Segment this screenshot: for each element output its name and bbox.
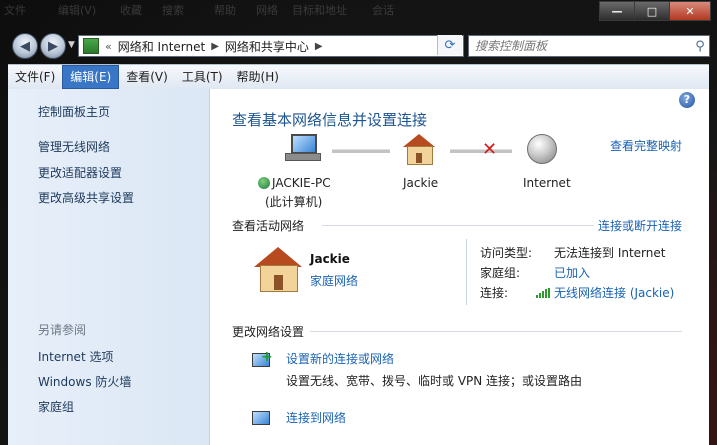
search-icon[interactable]: ⚲ bbox=[691, 39, 709, 54]
setup-new-connection-link[interactable]: 设置新的连接或网络 bbox=[286, 350, 394, 367]
menu-edit[interactable]: 编辑(E) bbox=[62, 65, 120, 89]
ghost-menu-item: 搜索 bbox=[162, 4, 184, 17]
setup-new-connection-desc: 设置无线、宽带、拨号、临时或 VPN 连接；或设置路由 bbox=[286, 374, 583, 388]
connect-network-icon bbox=[252, 409, 274, 427]
sidebar-item-adapter-settings[interactable]: 更改适配器设置 bbox=[38, 164, 122, 181]
access-type-label: 访问类型: bbox=[480, 246, 533, 260]
lock-logo-icon bbox=[592, 388, 634, 430]
search-box[interactable]: ⚲ bbox=[468, 35, 710, 57]
window-controls: — □ ✕ bbox=[599, 1, 711, 21]
door-shape bbox=[274, 275, 283, 290]
ghost-menu-item: 网络 bbox=[256, 4, 278, 17]
ghost-menu-item: 会话 bbox=[372, 4, 394, 17]
active-networks-heading: 查看活动网络 bbox=[232, 219, 305, 233]
see-also-heading: 另请参阅 bbox=[38, 323, 87, 337]
wifi-signal-icon bbox=[536, 288, 550, 298]
broken-connection-line bbox=[450, 149, 512, 153]
connection-line bbox=[332, 149, 390, 153]
chevron-right-icon[interactable]: ▶ bbox=[315, 41, 323, 52]
breadcrumb-overflow[interactable]: « bbox=[105, 40, 112, 53]
home-network-large-icon bbox=[254, 247, 302, 292]
door-shape bbox=[416, 153, 422, 163]
monitor-shape bbox=[252, 411, 270, 425]
forward-button[interactable]: ▶ bbox=[40, 33, 66, 59]
minimize-button[interactable]: — bbox=[599, 1, 635, 21]
watermark-text: 路由器 bbox=[636, 390, 699, 414]
divider bbox=[310, 331, 682, 332]
refresh-button[interactable]: ⟳ bbox=[437, 35, 462, 55]
computer-name: JACKIE-PC bbox=[272, 176, 331, 190]
sidebar-item-advanced-sharing[interactable]: 更改高级共享设置 bbox=[38, 189, 134, 206]
connect-disconnect-link[interactable]: 连接或断开连接 bbox=[598, 217, 682, 234]
change-settings-heading: 更改网络设置 bbox=[232, 325, 305, 339]
address-bar[interactable]: « 网络和 Internet ▶ 网络和共享中心 ▶ ▼ bbox=[78, 35, 464, 57]
close-button[interactable]: ✕ bbox=[670, 1, 711, 21]
see-also-firewall[interactable]: Windows 防火墙 bbox=[38, 373, 131, 390]
see-also-internet-options[interactable]: Internet 选项 bbox=[38, 348, 113, 365]
history-dropdown-icon[interactable]: ▼ bbox=[68, 40, 75, 50]
menu-bar: 文件(F) 编辑(E) 查看(V) 工具(T) 帮助(H) bbox=[8, 64, 709, 90]
help-icon[interactable]: ? bbox=[679, 92, 695, 108]
breadcrumb-item[interactable]: 网络和共享中心 bbox=[225, 38, 309, 55]
ghost-menu-item: 文件 bbox=[4, 4, 26, 17]
access-type-value: 无法连接到 Internet bbox=[554, 246, 666, 260]
ghost-menu-item: 目标和地址 bbox=[292, 4, 347, 17]
new-connection-icon: + bbox=[252, 349, 274, 369]
home-network-icon[interactable] bbox=[403, 134, 435, 165]
ghost-menu-item: 收藏 bbox=[120, 4, 142, 17]
control-panel-icon bbox=[83, 38, 99, 54]
vertical-divider bbox=[466, 239, 467, 305]
menu-file[interactable]: 文件(F) bbox=[8, 66, 62, 88]
active-network-name: Jackie bbox=[310, 252, 350, 266]
connection-label: 连接: bbox=[480, 286, 509, 300]
page-title: 查看基本网络信息并设置连接 bbox=[232, 111, 428, 129]
refresh-icon: ⟳ bbox=[444, 37, 456, 53]
internet-globe-icon[interactable] bbox=[527, 134, 557, 164]
chevron-right-icon[interactable]: ▶ bbox=[211, 41, 219, 52]
view-full-map-link[interactable]: 查看完整映射 bbox=[610, 137, 682, 154]
see-also-homegroup[interactable]: 家庭组 bbox=[38, 398, 74, 415]
search-input[interactable] bbox=[469, 38, 691, 54]
menu-help[interactable]: 帮助(H) bbox=[230, 66, 286, 88]
divider bbox=[322, 225, 594, 226]
forward-arrow-icon: ▶ bbox=[48, 38, 58, 54]
connect-to-network-link[interactable]: 连接到网络 bbox=[286, 409, 346, 426]
network-name: Jackie bbox=[403, 176, 439, 190]
sidebar: 控制面板主页 管理无线网络 更改适配器设置 更改高级共享设置 另请参阅 Inte… bbox=[8, 89, 210, 445]
watermark: 路由器 luyouqi.com bbox=[592, 382, 714, 442]
homegroup-label: 家庭组: bbox=[480, 266, 521, 280]
monitor-base-shape bbox=[285, 153, 321, 161]
ghost-menu-item: 编辑(V) bbox=[58, 4, 97, 17]
disconnected-x-icon[interactable]: ✕ bbox=[482, 139, 497, 160]
maximize-button[interactable]: □ bbox=[635, 1, 670, 21]
internet-label: Internet bbox=[523, 176, 571, 190]
network-status-icon bbox=[258, 177, 270, 189]
menu-tools[interactable]: 工具(T) bbox=[175, 66, 230, 88]
plus-icon: + bbox=[261, 349, 273, 365]
ghost-menu-item: 帮助 bbox=[214, 4, 236, 17]
connection-name: 无线网络连接 (Jackie) bbox=[554, 286, 675, 300]
menu-view[interactable]: 查看(V) bbox=[119, 66, 175, 88]
breadcrumb-item[interactable]: 网络和 Internet bbox=[118, 38, 205, 55]
sidebar-item-manage-wireless[interactable]: 管理无线网络 bbox=[38, 138, 110, 155]
computer-sub: (此计算机) bbox=[265, 195, 323, 209]
network-type-link[interactable]: 家庭网络 bbox=[310, 272, 358, 289]
roof-shape bbox=[254, 247, 302, 267]
watermark-sub: luyouqi.com bbox=[638, 412, 711, 423]
back-button[interactable]: ◀ bbox=[12, 33, 38, 59]
monitor-shape bbox=[291, 134, 317, 154]
homegroup-value-link[interactable]: 已加入 bbox=[554, 264, 590, 281]
back-arrow-icon: ◀ bbox=[20, 38, 30, 54]
connection-value-link[interactable]: 无线网络连接 (Jackie) bbox=[536, 284, 674, 301]
computer-icon[interactable] bbox=[285, 134, 321, 161]
sidebar-home-link[interactable]: 控制面板主页 bbox=[38, 103, 110, 120]
